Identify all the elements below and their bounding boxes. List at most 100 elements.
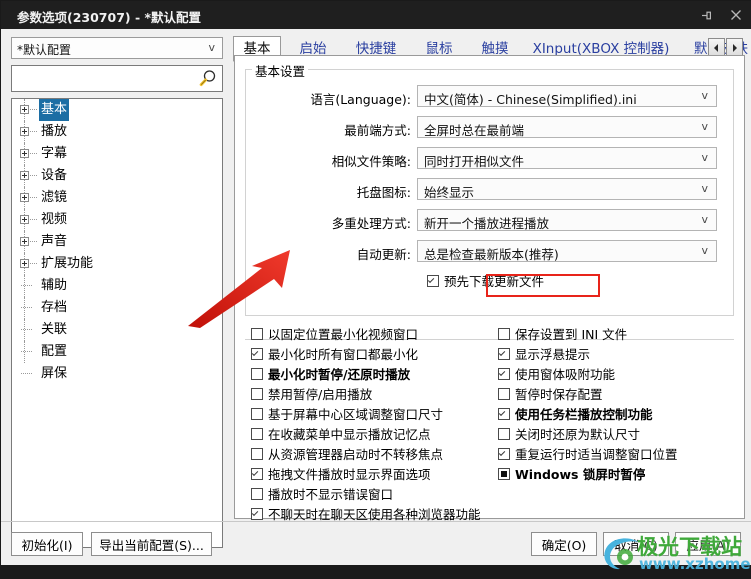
setting-row-4: 托盘图标: 始终显示 v: [235, 178, 724, 204]
tree-item-label: 视频: [41, 212, 68, 227]
chevron-down-icon: v: [701, 244, 708, 257]
checkbox-box: [498, 328, 510, 340]
checkbox-box: [498, 348, 510, 360]
checkbox-right-1[interactable]: 保存设置到 INI 文件: [498, 327, 627, 342]
checkbox-left-3[interactable]: 最小化时暂停/还原时播放: [251, 367, 410, 382]
expand-plus-icon[interactable]: [20, 105, 29, 114]
search-box[interactable]: [11, 65, 223, 92]
setting-row-dropdown[interactable]: 中文(简体) - Chinese(Simplified).ini v: [417, 85, 717, 107]
settings-panel: 基本设置 语言(Language): 中文(简体) - Chinese(Simpl…: [234, 55, 745, 522]
setting-row-value: 同时打开相似文件: [424, 154, 525, 169]
tree-dash: [30, 131, 37, 132]
checkbox-label: 暂停时保存配置: [515, 387, 603, 402]
expand-plus-icon[interactable]: [20, 215, 29, 224]
expand-plus-icon[interactable]: [20, 193, 29, 202]
chevron-down-icon: v: [701, 182, 708, 195]
expand-plus-icon[interactable]: [20, 259, 29, 268]
magnifier-glyph: [199, 70, 216, 87]
checkbox-box: [251, 388, 263, 400]
expand-plus-icon[interactable]: [20, 149, 29, 158]
tree-dash: [21, 285, 32, 286]
checkbox-box: [251, 328, 263, 340]
checkbox-left-7[interactable]: 从资源管理器启动时不转移焦点: [251, 447, 443, 462]
footer-divider: [1, 521, 751, 522]
tree-dash: [21, 373, 32, 374]
arrow-left-icon: [714, 43, 718, 52]
checkbox-left-1[interactable]: 以固定位置最小化视频窗口: [251, 327, 418, 342]
checkbox-right-4[interactable]: 暂停时保存配置: [498, 387, 603, 402]
checkbox-right-7[interactable]: 重复运行时适当调整窗口位置: [498, 447, 678, 462]
apply-button[interactable]: 应用(A): [675, 532, 741, 556]
setting-row-value: 始终显示: [424, 185, 475, 200]
checkbox-left-8[interactable]: 拖拽文件播放时显示界面选项: [251, 467, 431, 482]
checkbox-label: 重复运行时适当调整窗口位置: [515, 447, 678, 462]
checkbox-right-5[interactable]: 使用任务栏播放控制功能: [498, 407, 653, 422]
chevron-down-icon: v: [208, 41, 215, 54]
checkbox-left-9[interactable]: 播放时不显示错误窗口: [251, 487, 393, 502]
tree-item-label: 屏保: [41, 366, 68, 381]
setting-row-dropdown[interactable]: 同时打开相似文件 v: [417, 147, 717, 169]
checkbox-right-2[interactable]: 显示浮悬提示: [498, 347, 590, 362]
search-input[interactable]: [17, 71, 186, 87]
tree-item-12[interactable]: 配置: [12, 341, 222, 363]
checkbox-label: 拖拽文件播放时显示界面选项: [268, 467, 431, 482]
setting-row-label: 语言(Language):: [310, 92, 411, 107]
setting-row-dropdown[interactable]: 新开一个播放进程播放 v: [417, 209, 717, 231]
checkbox-label: 在收藏菜单中显示播放记忆点: [268, 427, 431, 442]
expand-plus-icon[interactable]: [20, 127, 29, 136]
setting-row-label: 最前端方式:: [344, 123, 411, 138]
checkbox-box: [498, 468, 510, 480]
expand-plus-icon[interactable]: [20, 171, 29, 180]
setting-row-6: 自动更新: 总是检查最新版本(推荐) v: [235, 240, 724, 266]
checkbox-label: 保存设置到 INI 文件: [515, 327, 628, 342]
tree-dash: [30, 219, 37, 220]
tree-item-label: 设备: [41, 168, 68, 183]
profile-dropdown-value: *默认配置: [17, 43, 72, 57]
arrow-right-icon: [733, 43, 737, 52]
checkbox-label: 最小化时所有窗口都最小化: [268, 347, 419, 362]
tree-item-label: 基本: [39, 99, 70, 121]
chevron-down-icon: v: [701, 89, 708, 102]
checkbox-left-2[interactable]: 最小化时所有窗口都最小化: [251, 347, 418, 362]
pin-icon[interactable]: [691, 1, 721, 29]
tree-guide-line: [24, 341, 25, 363]
tree-item-1[interactable]: 基本: [12, 99, 222, 121]
checkbox-right-6[interactable]: 关闭时还原为默认尺寸: [498, 427, 640, 442]
tree-item-2[interactable]: 播放: [12, 121, 222, 143]
setting-row-value: 全屏时总在最前端: [424, 123, 525, 138]
cancel-button[interactable]: 取消(C): [603, 532, 669, 556]
setting-row-5: 多重处理方式: 新开一个播放进程播放 v: [235, 209, 724, 235]
checkbox-label: 不聊天时在聊天区使用各种浏览器功能: [268, 507, 481, 522]
checkbox-box: [427, 275, 439, 287]
checkbox-left-10[interactable]: 不聊天时在聊天区使用各种浏览器功能: [251, 507, 481, 522]
tree-guide-line: [24, 297, 25, 319]
tree-item-label: 配置: [41, 344, 68, 359]
setting-row-dropdown[interactable]: 总是检查最新版本(推荐) v: [417, 240, 717, 262]
tree-item-label: 扩展功能: [41, 256, 94, 271]
tree-item-13[interactable]: 屏保: [12, 363, 222, 385]
setting-row-dropdown[interactable]: 始终显示 v: [417, 178, 717, 200]
tree-item-5[interactable]: 滤镜: [12, 187, 222, 209]
tree-item-6[interactable]: 视频: [12, 209, 222, 231]
tree-item-4[interactable]: 设备: [12, 165, 222, 187]
profile-dropdown[interactable]: *默认配置 v: [11, 37, 223, 59]
close-icon[interactable]: [721, 1, 751, 29]
checkbox-right-8[interactable]: Windows 锁屏时暂停: [498, 467, 645, 482]
search-icon[interactable]: [198, 69, 217, 91]
checkbox-left-4[interactable]: 禁用暂停/启用播放: [251, 387, 372, 402]
tree-item-label: 播放: [41, 124, 68, 139]
expand-plus-icon[interactable]: [20, 237, 29, 246]
checkbox-box: [251, 448, 263, 460]
setting-row-dropdown[interactable]: 全屏时总在最前端 v: [417, 116, 717, 138]
initialize-button[interactable]: 初始化(I): [11, 532, 83, 556]
tree-item-3[interactable]: 字幕: [12, 143, 222, 165]
checkbox-right-3[interactable]: 使用窗体吸附功能: [498, 367, 615, 382]
export-config-button[interactable]: 导出当前配置(S)...: [91, 532, 212, 556]
checkbox-box: [251, 468, 263, 480]
tree-item-label: 字幕: [41, 146, 68, 161]
ok-button[interactable]: 确定(O): [531, 532, 597, 556]
checkbox-left-6[interactable]: 在收藏菜单中显示播放记忆点: [251, 427, 431, 442]
dialog-body: *默认配置 v 基本播放字幕设备滤镜视频声音扩展功能辅助存档关联配置屏保 进默认…: [1, 29, 751, 573]
checkbox-left-5[interactable]: 基于屏幕中心区域调整窗口尺寸: [251, 407, 443, 422]
tree-item-label: 关联: [41, 322, 68, 337]
